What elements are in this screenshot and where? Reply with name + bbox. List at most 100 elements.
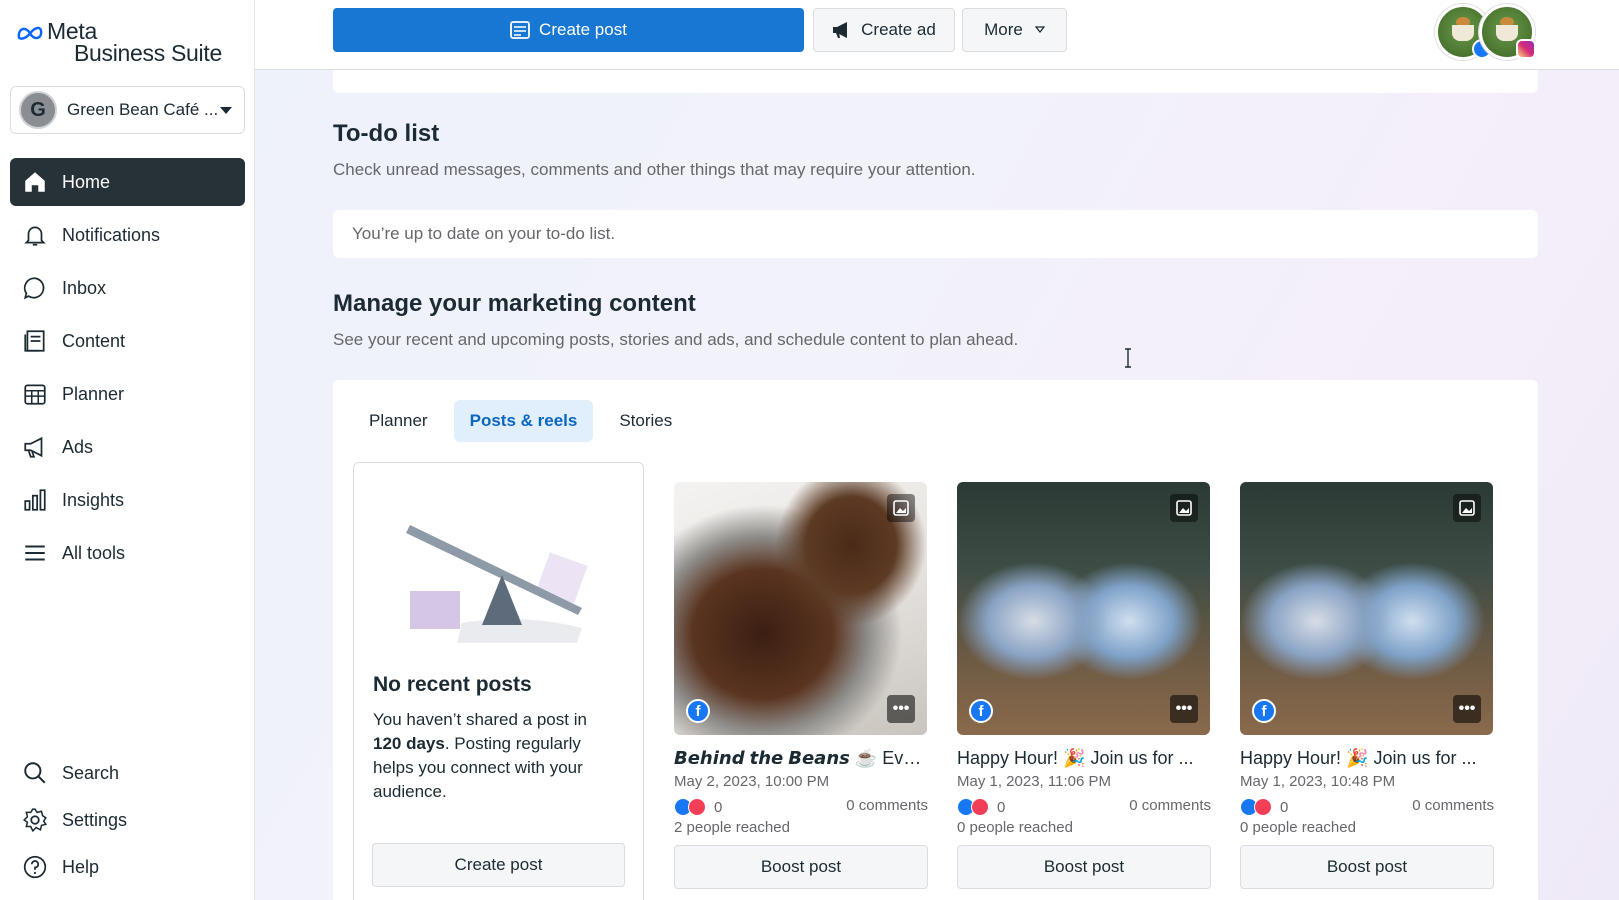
instagram-account-avatar[interactable] [1479, 4, 1536, 60]
nav-item-help[interactable]: Help [10, 842, 245, 892]
tab-stories[interactable]: Stories [603, 400, 688, 442]
post-title: Happy Hour! 🎉 Join us for ... [957, 748, 1194, 768]
post-card[interactable]: f ••• Happy Hour! 🎉 Join us for ... May … [957, 482, 1211, 889]
boost-post-button[interactable]: Boost post [674, 845, 928, 889]
comment-count[interactable]: 0 comments [1129, 797, 1211, 814]
nav-item-insights[interactable]: Insights [10, 476, 245, 524]
search-icon [24, 762, 46, 784]
post-date: May 2, 2023, 10:00 PM [674, 773, 830, 790]
create-ad-label: Create ad [861, 20, 936, 39]
more-options-icon[interactable]: ••• [887, 695, 915, 723]
instagram-post-icon [1453, 494, 1481, 522]
todo-subtitle: Check unread messages, comments and othe… [333, 160, 976, 179]
main-nav: Home Notifications Inbox Content Planner… [10, 158, 245, 582]
meta-logo-icon [17, 26, 43, 40]
no-recent-posts-card: No recent posts You haven’t shared a pos… [353, 462, 644, 900]
create-post-button[interactable]: Create post [333, 8, 804, 52]
nav-label-inbox: Inbox [62, 277, 107, 298]
bell-icon [24, 226, 46, 246]
marketing-content-card: Planner Posts & reels Stories No recent … [333, 380, 1538, 900]
text-cursor-icon [1125, 348, 1131, 368]
reaction-count: 0 [714, 798, 723, 816]
post-thumbnail[interactable]: f ••• [674, 482, 927, 735]
post-stats: 0 0 comments [957, 797, 1211, 817]
reactions-icon [957, 798, 989, 816]
account-switcher[interactable]: G Green Bean Café ... [10, 86, 245, 134]
more-button[interactable]: More [962, 8, 1067, 52]
create-post-label: Create post [539, 20, 627, 39]
empty-text-days: 120 days [373, 734, 445, 753]
reactions-icon [1240, 798, 1272, 816]
todo-status-box: You’re up to date on your to-do list. [333, 210, 1538, 258]
empty-title: No recent posts [373, 673, 532, 696]
compose-icon [510, 21, 530, 39]
nav-label-notifications: Notifications [62, 224, 161, 245]
more-options-icon[interactable]: ••• [1453, 695, 1481, 723]
account-name: Green Bean Café ... [67, 100, 219, 119]
nav-label-insights: Insights [62, 489, 125, 510]
more-options-icon[interactable]: ••• [1170, 695, 1198, 723]
nav-label-ads: Ads [62, 436, 94, 457]
account-avatar: G [19, 91, 57, 129]
meta-business-suite-logo[interactable]: Meta Business Suite [16, 18, 222, 65]
sidebar: Meta Business Suite G Green Bean Café ..… [0, 0, 255, 900]
chat-bubble-icon [23, 277, 45, 300]
post-date: May 1, 2023, 11:06 PM [957, 773, 1111, 790]
facebook-icon: f [1252, 699, 1276, 723]
post-stats: 0 0 comments [1240, 797, 1494, 817]
seesaw-illustration-icon [406, 525, 588, 643]
linked-accounts[interactable] [1435, 4, 1547, 62]
nav-item-all-tools[interactable]: All tools [10, 529, 245, 577]
todo-status-text: You’re up to date on your to-do list. [352, 224, 616, 243]
post-card[interactable]: f ••• 𝘽𝙚𝙝𝙞𝙣𝙙 𝙩𝙝𝙚 𝘽𝙚𝙖𝙣𝙨 ☕ Eve... May 2, 2… [674, 482, 928, 889]
empty-text-pre: You haven’t shared a post in [373, 710, 587, 729]
todo-title: To-do list [333, 120, 440, 147]
megaphone-icon [24, 436, 43, 458]
nav-label-content: Content [62, 330, 126, 351]
menu-icon [25, 545, 45, 561]
reaction-count: 0 [997, 798, 1006, 816]
brand-line1: Meta [47, 18, 97, 44]
post-date: May 1, 2023, 10:48 PM [1240, 773, 1396, 790]
people-reached: 2 people reached [674, 819, 790, 836]
comment-count[interactable]: 0 comments [846, 797, 928, 814]
facebook-icon: f [686, 699, 710, 723]
post-card[interactable]: f ••• Happy Hour! 🎉 Join us for ... May … [1240, 482, 1494, 889]
nav-item-notifications[interactable]: Notifications [10, 211, 245, 259]
instagram-badge-icon [1516, 39, 1536, 59]
main-area: To-do list Check unread messages, commen… [255, 0, 1619, 900]
comment-count[interactable]: 0 comments [1412, 797, 1494, 814]
bar-chart-icon [24, 489, 46, 511]
instagram-post-icon [1170, 494, 1198, 522]
gear-icon [22, 808, 48, 833]
boost-post-button[interactable]: Boost post [957, 845, 1211, 889]
previous-section-card [333, 70, 1538, 93]
bottom-nav: Search Settings Help [10, 748, 245, 892]
create-ad-button[interactable]: Create ad [813, 8, 955, 52]
home-icon [25, 172, 45, 192]
marketing-title: Manage your marketing content [333, 290, 696, 317]
tab-planner[interactable]: Planner [353, 400, 444, 442]
nav-item-home[interactable]: Home [10, 158, 245, 206]
top-toolbar: Create post Create ad More [255, 0, 1619, 70]
help-icon [23, 855, 47, 879]
post-stats: 0 0 comments [674, 797, 928, 817]
boost-post-button[interactable]: Boost post [1240, 845, 1494, 889]
nav-label-planner: Planner [62, 383, 125, 404]
content-tabs: Planner Posts & reels Stories [353, 400, 698, 442]
nav-label-all-tools: All tools [62, 542, 126, 563]
nav-item-settings[interactable]: Settings [10, 798, 245, 842]
chevron-down-icon [1034, 26, 1045, 34]
nav-item-ads[interactable]: Ads [10, 423, 245, 471]
nav-item-inbox[interactable]: Inbox [10, 264, 245, 312]
reactions-icon [674, 798, 706, 816]
empty-create-post-button[interactable]: Create post [372, 843, 625, 887]
reaction-count: 0 [1280, 798, 1289, 816]
nav-item-planner[interactable]: Planner [10, 370, 245, 418]
marketing-subtitle: See your recent and upcoming posts, stor… [333, 330, 1019, 349]
post-thumbnail[interactable]: f ••• [957, 482, 1210, 735]
tab-posts-reels[interactable]: Posts & reels [453, 400, 594, 442]
nav-item-content[interactable]: Content [10, 317, 245, 365]
post-thumbnail[interactable]: f ••• [1240, 482, 1493, 735]
nav-item-search[interactable]: Search [10, 748, 245, 798]
